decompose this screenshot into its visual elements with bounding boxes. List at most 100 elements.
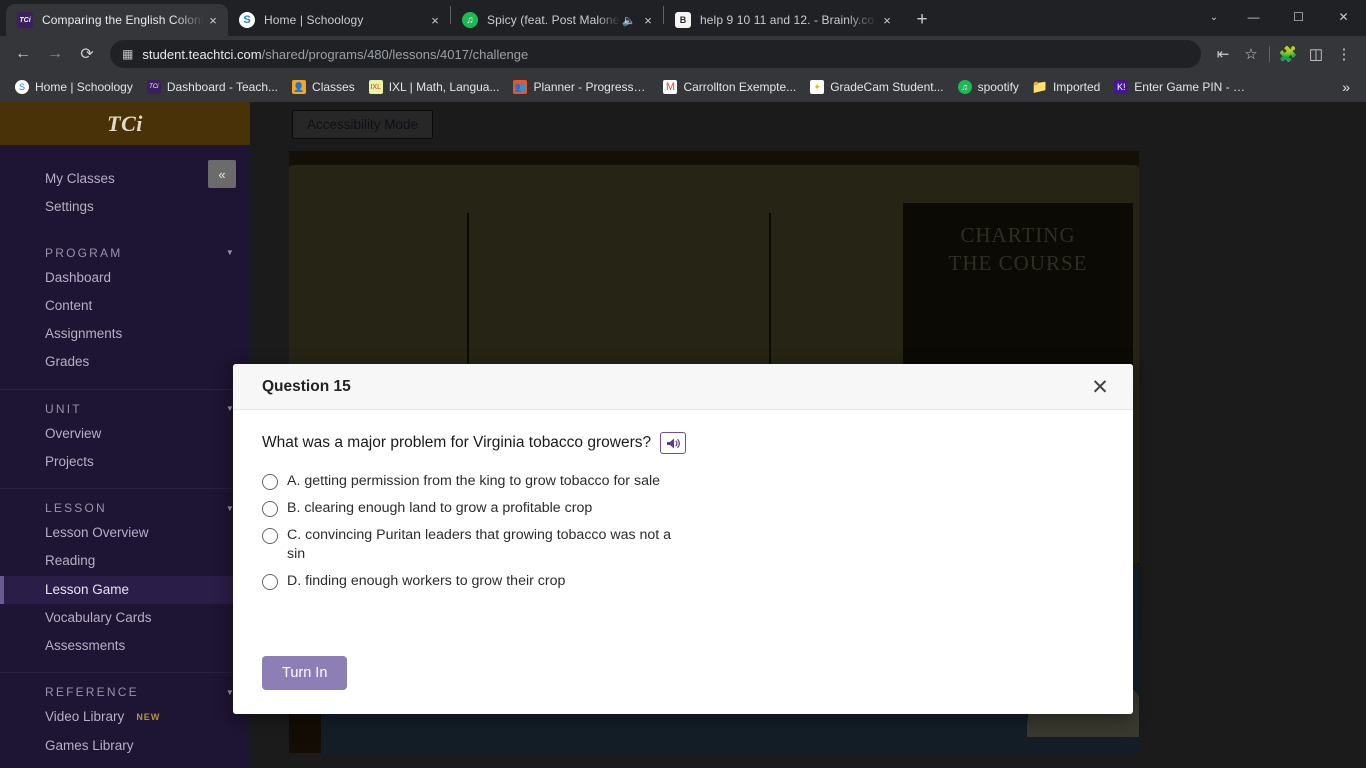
answer-choice-label: B. clearing enough land to grow a profit…	[287, 500, 593, 517]
bookmark-label: IXL | Math, Langua...	[388, 80, 500, 94]
sidebar-item-label: Assignments	[45, 326, 123, 342]
sidebar-group-header[interactable]: REFERENCE ▼	[0, 681, 250, 703]
url-host: student.teachtci.com	[142, 46, 262, 62]
answer-choice-label: D. finding enough workers to grow their …	[287, 572, 566, 589]
browser-tab-3[interactable]: B help 9 10 11 and 12. - Brainly.co ×	[664, 4, 902, 36]
tab-close-icon[interactable]: ×	[204, 11, 222, 29]
modal-footer: Turn In	[233, 656, 1133, 714]
share-icon[interactable]: ⇤	[1209, 40, 1237, 68]
modal-body: What was a major problem for Virginia to…	[233, 410, 1133, 656]
radio-button[interactable]	[262, 528, 278, 545]
browser-toolbar: ← → ⟳ ▦ student.teachtci.com /shared/pro…	[0, 36, 1366, 72]
sidebar-group-lesson: LESSON ▼ Lesson Overview Reading Lesson …	[0, 489, 250, 674]
sidebar-item-lesson-game[interactable]: Lesson Game	[0, 575, 250, 605]
bookmarks-overflow-button[interactable]: »	[1334, 79, 1358, 95]
sidebar-collapse-button[interactable]: «	[208, 160, 236, 188]
side-panel-icon[interactable]: ◫	[1302, 40, 1330, 68]
ixl-icon: IXL	[368, 80, 383, 94]
sidebar-group-header[interactable]: PROGRAM ▼	[0, 242, 250, 264]
sidebar-item-vocabulary-cards[interactable]: Vocabulary Cards	[0, 604, 250, 632]
sidebar-item-my-notes[interactable]: My Notes	[0, 760, 250, 768]
bookmark-item[interactable]: IXL IXL | Math, Langua...	[362, 76, 507, 98]
sidebar-item-label: Dashboard	[45, 269, 112, 285]
tci-icon: TCi	[146, 80, 161, 94]
speaker-icon[interactable]	[660, 432, 687, 454]
answer-choice-d[interactable]: D. finding enough workers to grow their …	[262, 572, 1104, 590]
sidebar-item-label: My Notes	[45, 763, 102, 768]
kahoot-icon: K!	[1114, 80, 1129, 94]
browser-tab-1[interactable]: S Home | Schoology ×	[228, 4, 450, 36]
answer-choice-a[interactable]: A. getting permission from the king to g…	[262, 472, 1104, 490]
answer-choice-b[interactable]: B. clearing enough land to grow a profit…	[262, 499, 1104, 518]
bookmark-item[interactable]: M Carrollton Exempte...	[656, 76, 803, 98]
bookmark-label: Imported	[1052, 80, 1101, 94]
sidebar-item-label: Reading	[45, 553, 96, 569]
sidebar-group-title: UNIT	[45, 401, 82, 416]
sidebar-item-assignments[interactable]: Assignments	[0, 320, 250, 348]
sidebar-item-label: Overview	[45, 425, 102, 441]
browser-tab-0[interactable]: TCi Comparing the English Colonies ×	[6, 4, 228, 36]
bookmark-folder[interactable]: 📁 Imported	[1026, 76, 1107, 98]
page-info-icon[interactable]: ▦	[122, 48, 133, 60]
sidebar-item-settings[interactable]: Settings	[0, 193, 250, 221]
radio-button[interactable]	[262, 474, 278, 490]
bookmark-item[interactable]: S Home | Schoology	[8, 76, 140, 98]
minimize-button[interactable]: —	[1231, 0, 1276, 34]
spotify-icon: ♫	[462, 12, 478, 28]
bookmark-item[interactable]: 👤 Classes	[285, 76, 362, 98]
sidebar-group-unit: UNIT ▼ Overview Projects	[0, 390, 250, 490]
tab-title: Home | Schoology	[264, 13, 364, 27]
tab-strip: TCi Comparing the English Colonies × S H…	[0, 0, 1366, 36]
bookmark-label: Dashboard - Teach...	[166, 80, 279, 94]
sidebar-group-title: REFERENCE	[45, 685, 139, 700]
sidebar-item-assessments[interactable]: Assessments	[0, 632, 250, 660]
sidebar-item-label: Video Library	[45, 709, 125, 725]
sidebar-group-header[interactable]: UNIT ▼	[0, 398, 250, 420]
sidebar-item-games-library[interactable]: Games Library	[0, 732, 250, 760]
question-text: What was a major problem for Virginia to…	[262, 434, 652, 451]
browser-menu-icon[interactable]: ⋮	[1330, 40, 1358, 68]
modal-title: Question 15	[262, 377, 351, 395]
sidebar-item-label: Grades	[45, 354, 90, 370]
sidebar-group-header[interactable]: LESSON ▼	[0, 497, 250, 519]
puzzle-icon[interactable]: 🧩	[1274, 40, 1302, 68]
forward-button[interactable]: →	[40, 39, 70, 69]
answer-choice-label: A. getting permission from the king to g…	[287, 473, 660, 489]
new-tab-button[interactable]: +	[908, 6, 936, 34]
tab-audio-icon[interactable]: 🔈	[621, 14, 637, 27]
back-button[interactable]: ←	[8, 39, 38, 69]
sidebar-item-video-library[interactable]: Video Library NEW	[0, 703, 250, 731]
bookmark-item[interactable]: K! Enter Game PIN - K...	[1107, 76, 1257, 98]
sidebar-item-projects[interactable]: Projects	[0, 448, 250, 476]
chevron-down-icon[interactable]: ▼	[226, 248, 236, 257]
schoology-icon: S	[15, 80, 29, 94]
bookmark-item[interactable]: ♫ spootify	[951, 76, 1026, 98]
tab-search-icon[interactable]: ⌄	[1197, 0, 1231, 34]
toolbar-divider	[1269, 46, 1270, 62]
sidebar-item-lesson-overview[interactable]: Lesson Overview	[0, 519, 250, 547]
tab-close-icon[interactable]: ×	[426, 11, 444, 29]
bookmark-item[interactable]: ✦ GradeCam Student...	[803, 76, 950, 98]
sidebar-item-overview[interactable]: Overview	[0, 420, 250, 448]
tab-close-icon[interactable]: ×	[878, 11, 896, 29]
bookmark-item[interactable]: 👥 Planner - ProgressB...	[506, 76, 656, 98]
close-icon[interactable]: ✕	[1085, 372, 1115, 402]
sidebar-item-content[interactable]: Content	[0, 292, 250, 320]
tab-close-icon[interactable]: ×	[639, 11, 657, 29]
close-window-button[interactable]: ✕	[1321, 0, 1366, 34]
star-icon[interactable]: ☆	[1237, 40, 1265, 68]
address-bar[interactable]: ▦ student.teachtci.com /shared/programs/…	[110, 40, 1201, 68]
radio-button[interactable]	[262, 501, 278, 518]
sidebar-item-grades[interactable]: Grades	[0, 348, 250, 376]
bookmark-item[interactable]: TCi Dashboard - Teach...	[140, 76, 285, 98]
maximize-button[interactable]: ☐	[1276, 0, 1321, 34]
browser-tab-2[interactable]: ♫ Spicy (feat. Post Malone) · T 🔈 ×	[451, 4, 663, 36]
sidebar-item-reading[interactable]: Reading	[0, 547, 250, 575]
sidebar-item-dashboard[interactable]: Dashboard	[0, 264, 250, 292]
answer-choice-c[interactable]: C. convincing Puritan leaders that growi…	[262, 526, 1104, 562]
turn-in-button[interactable]: Turn In	[262, 656, 348, 690]
reload-button[interactable]: ⟳	[72, 39, 102, 69]
sidebar-item-label: Vocabulary Cards	[45, 609, 152, 625]
radio-button[interactable]	[262, 573, 278, 590]
question-modal: Question 15 ✕ What was a major problem f…	[233, 364, 1133, 714]
